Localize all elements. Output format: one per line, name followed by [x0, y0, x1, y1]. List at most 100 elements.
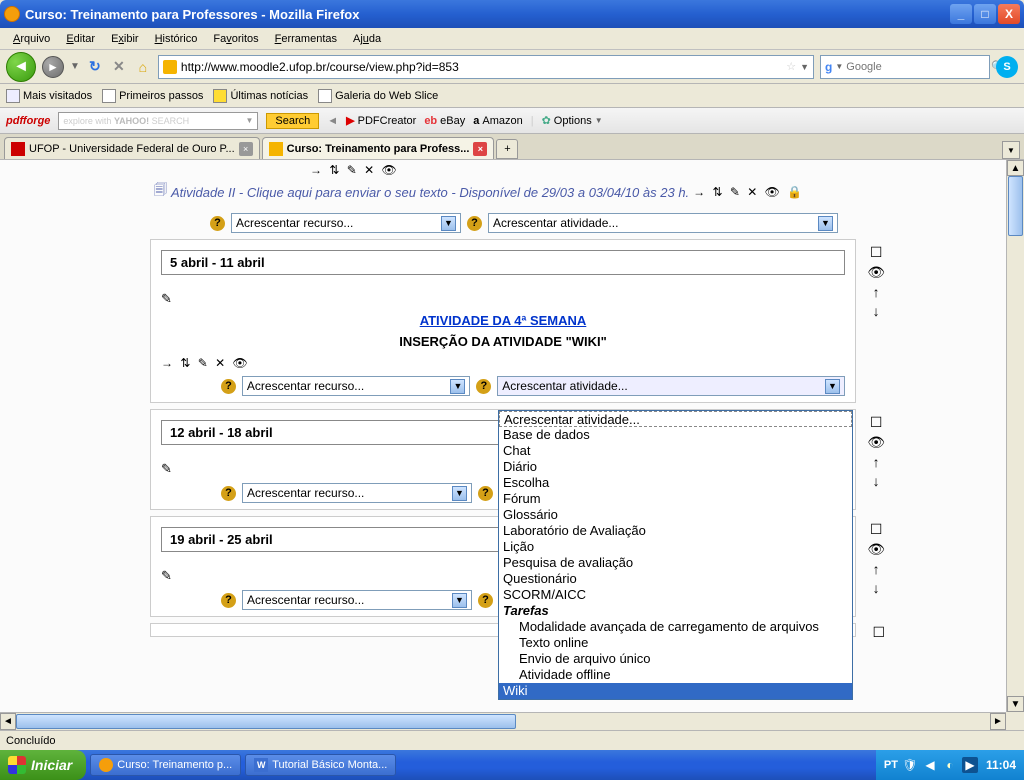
dropdown-option[interactable]: Atividade offline: [499, 667, 852, 683]
tab-list-button[interactable]: ▼: [1002, 141, 1020, 159]
search-engine-dropdown-icon[interactable]: ▼: [835, 62, 843, 71]
search-bar[interactable]: g ▼ 🔍: [820, 55, 990, 79]
dropdown-option[interactable]: Chat: [499, 443, 852, 459]
tab-ufop[interactable]: UFOP - Universidade Federal de Ouro P...…: [4, 137, 260, 159]
start-button[interactable]: Iniciar: [0, 750, 86, 780]
yahoo-search-button[interactable]: Search: [266, 113, 319, 129]
dropdown-option[interactable]: Envio de arquivo único: [499, 651, 852, 667]
history-dropdown-icon[interactable]: ▼: [70, 61, 80, 72]
help-icon[interactable]: ?: [467, 216, 482, 231]
amazon-button[interactable]: aAmazon: [473, 115, 522, 127]
reload-button[interactable]: ↻: [86, 58, 104, 76]
dropdown-option[interactable]: Pesquisa de avaliação: [499, 555, 852, 571]
help-icon[interactable]: ?: [210, 216, 225, 231]
horizontal-scrollbar[interactable]: ◄ ►: [0, 712, 1006, 730]
vertical-scrollbar[interactable]: ▲ ▼: [1006, 160, 1024, 712]
tray-clock[interactable]: 11:04: [986, 758, 1016, 772]
checkbox-icon[interactable]: ☐: [870, 521, 883, 538]
search-input[interactable]: [846, 61, 988, 73]
bookmark-primeiros-passos[interactable]: Primeiros passos: [102, 89, 203, 103]
pdfcreator-button[interactable]: ▶PDFCreator: [346, 114, 416, 127]
edit-icons[interactable]: → ⇅ ✎ ✕ 👁: [310, 163, 399, 177]
tab-close-icon[interactable]: ×: [473, 142, 487, 156]
dropdown-option[interactable]: Texto online: [499, 635, 852, 651]
dropdown-option[interactable]: Base de dados: [499, 427, 852, 443]
scroll-right-icon[interactable]: ►: [990, 713, 1006, 730]
menu-exibir[interactable]: Exibir: [104, 31, 146, 47]
dropdown-option[interactable]: Acrescentar atividade...: [499, 411, 852, 427]
menu-historico[interactable]: Histórico: [148, 31, 205, 47]
help-icon[interactable]: ?: [478, 486, 493, 501]
activity-link[interactable]: Atividade II - Clique aqui para enviar o…: [171, 185, 689, 200]
home-button[interactable]: ⌂: [134, 58, 152, 76]
eye-icon[interactable]: 👁: [867, 434, 885, 451]
address-bar[interactable]: ☆ ▼: [158, 55, 814, 79]
move-down-icon[interactable]: ↓: [873, 473, 880, 489]
edit-summary-icon[interactable]: ✎: [161, 568, 172, 583]
dropdown-option[interactable]: SCORM/AICC: [499, 587, 852, 603]
week-heading-link[interactable]: ATIVIDADE DA 4ª SEMANA: [420, 313, 587, 328]
tray-arrow-icon[interactable]: ◀: [922, 757, 938, 773]
move-down-icon[interactable]: ↓: [873, 580, 880, 596]
help-icon[interactable]: ?: [221, 486, 236, 501]
add-resource-select[interactable]: Acrescentar recurso...▼: [242, 376, 471, 396]
dropdown-option[interactable]: Fórum: [499, 491, 852, 507]
move-up-icon[interactable]: ↑: [873, 284, 880, 300]
taskbar-item-word[interactable]: WTutorial Básico Monta...: [245, 754, 396, 776]
dropdown-option[interactable]: Laboratório de Avaliação: [499, 523, 852, 539]
maximize-button[interactable]: □: [974, 4, 996, 24]
taskbar-item-firefox[interactable]: Curso: Treinamento p...: [90, 754, 241, 776]
dropdown-option[interactable]: Glossário: [499, 507, 852, 523]
help-icon[interactable]: ?: [478, 593, 493, 608]
bookmark-galeria[interactable]: Galeria do Web Slice: [318, 89, 438, 103]
menu-editar[interactable]: Editar: [59, 31, 102, 47]
skype-icon[interactable]: S: [996, 56, 1018, 78]
eye-icon[interactable]: 👁: [867, 541, 885, 558]
dropdown-option[interactable]: Diário: [499, 459, 852, 475]
scrollbar-track[interactable]: [16, 713, 990, 730]
dropdown-option[interactable]: Questionário: [499, 571, 852, 587]
ebay-button[interactable]: ebeBay: [424, 115, 465, 127]
bookmark-star-icon[interactable]: ☆: [786, 60, 796, 73]
scrollbar-thumb[interactable]: [16, 714, 516, 729]
forward-button[interactable]: ►: [42, 56, 64, 78]
move-up-icon[interactable]: ↑: [873, 454, 880, 470]
dropdown-option[interactable]: Modalidade avançada de carregamento de a…: [499, 619, 852, 635]
bookmark-ultimas-noticias[interactable]: Últimas notícias: [213, 89, 308, 103]
edit-summary-icon[interactable]: ✎: [161, 461, 172, 476]
bookmark-mais-visitados[interactable]: Mais visitados: [6, 89, 92, 103]
add-resource-select[interactable]: Acrescentar recurso...▼: [231, 213, 461, 233]
minimize-button[interactable]: _: [950, 4, 972, 24]
scroll-down-icon[interactable]: ▼: [1007, 696, 1024, 712]
tray-shield-icon[interactable]: 🛡: [902, 757, 918, 773]
new-tab-button[interactable]: +: [496, 139, 518, 159]
eye-icon[interactable]: 👁: [867, 264, 885, 281]
url-dropdown-icon[interactable]: ▼: [800, 62, 809, 72]
yahoo-search-box[interactable]: explore with YAHOO! SEARCH▼: [58, 112, 258, 130]
back-button[interactable]: ◄: [6, 52, 36, 82]
tray-play-icon[interactable]: ▶: [962, 757, 978, 773]
menu-ajuda[interactable]: Ajuda: [346, 31, 388, 47]
scrollbar-thumb[interactable]: [1008, 176, 1023, 236]
checkbox-icon[interactable]: ☐: [872, 624, 885, 641]
arrow-left-icon[interactable]: ◄: [327, 115, 338, 127]
stop-button[interactable]: ✕: [110, 58, 128, 76]
checkbox-icon[interactable]: ☐: [870, 244, 883, 261]
add-resource-select[interactable]: Acrescentar recurso...▼: [242, 590, 472, 610]
edit-icons[interactable]: → ⇅ ✎ ✕ 👁: [161, 356, 250, 370]
tray-info-icon[interactable]: ◐: [942, 757, 958, 773]
add-resource-select[interactable]: Acrescentar recurso...▼: [242, 483, 472, 503]
dropdown-option[interactable]: Lição: [499, 539, 852, 555]
help-icon[interactable]: ?: [221, 593, 236, 608]
dropdown-option-selected[interactable]: Wiki: [499, 683, 852, 699]
move-down-icon[interactable]: ↓: [873, 303, 880, 319]
edit-icons[interactable]: → ⇅ ✎ ✕ 👁 🔒: [693, 185, 804, 199]
menu-favoritos[interactable]: Favoritos: [206, 31, 265, 47]
add-activity-select-open[interactable]: Acrescentar atividade...▼: [497, 376, 845, 396]
checkbox-icon[interactable]: ☐: [870, 414, 883, 431]
add-activity-select[interactable]: Acrescentar atividade...▼: [488, 213, 838, 233]
tab-curso[interactable]: Curso: Treinamento para Profess... ×: [262, 137, 495, 159]
tray-lang[interactable]: PT: [884, 759, 898, 771]
url-input[interactable]: [181, 60, 782, 74]
help-icon[interactable]: ?: [476, 379, 491, 394]
